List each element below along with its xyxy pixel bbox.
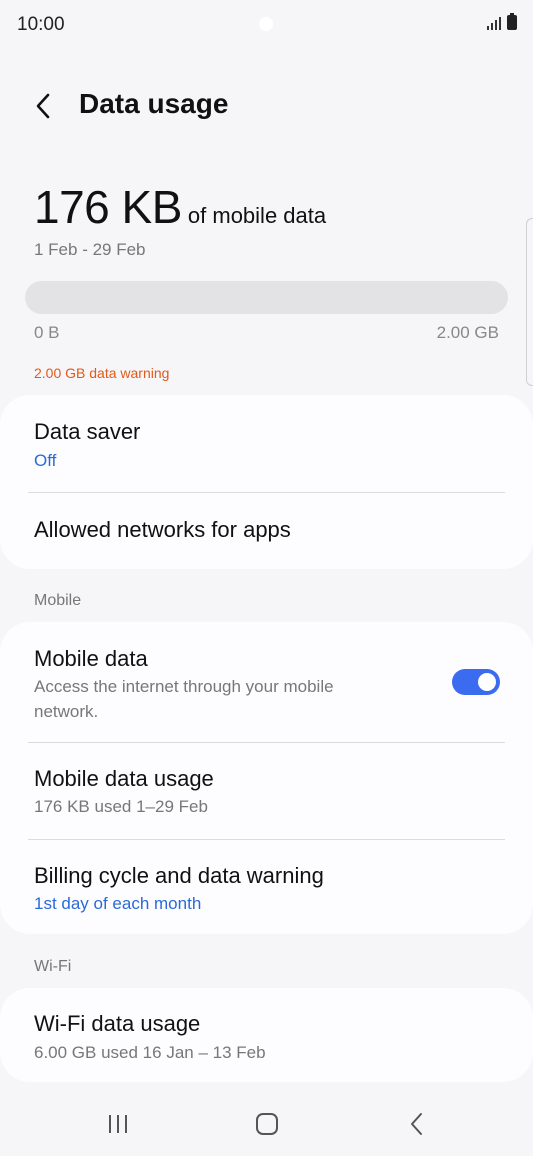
status-bar: 10:00 [0, 0, 533, 50]
data-warning-label: 2.00 GB data warning [34, 365, 170, 381]
section-header-mobile: Mobile [34, 592, 82, 609]
mobile-data-subtitle-2: network. [34, 702, 99, 721]
battery-icon [507, 13, 517, 30]
usage-range-min: 0 B [34, 323, 60, 342]
section-header-wifi: Wi-Fi [34, 958, 72, 975]
data-saver-title: Data saver [34, 419, 141, 444]
mobile-data-row[interactable]: Mobile data Access the internet through … [0, 622, 533, 742]
usage-suffix: of mobile data [187, 203, 327, 228]
back-icon [411, 1113, 422, 1135]
usage-range-max: 2.00 GB [436, 323, 499, 342]
data-saver-card: Data saver Off Allowed networks for apps [0, 395, 533, 569]
home-button[interactable] [242, 1104, 292, 1144]
wifi-data-usage-row[interactable]: Wi-Fi data usage 6.00 GB used 16 Jan – 1… [0, 988, 533, 1082]
page-title: Data usage [79, 88, 229, 119]
allowed-networks-title: Allowed networks for apps [34, 517, 291, 542]
usage-period: 1 Feb - 29 Feb [34, 240, 146, 259]
mobile-card: Mobile data Access the internet through … [0, 622, 533, 934]
status-icons [487, 13, 517, 30]
billing-cycle-title: Billing cycle and data warning [34, 863, 324, 888]
mobile-data-title: Mobile data [34, 646, 148, 671]
back-button[interactable] [24, 86, 64, 126]
chevron-left-icon [36, 93, 50, 119]
data-saver-row[interactable]: Data saver Off [0, 395, 533, 492]
recents-button[interactable] [93, 1104, 143, 1144]
nav-back-button[interactable] [392, 1104, 442, 1144]
navigation-bar [0, 1096, 533, 1156]
recents-icon [109, 1115, 127, 1133]
allowed-networks-row[interactable]: Allowed networks for apps [0, 493, 533, 569]
mobile-data-usage-row[interactable]: Mobile data usage 176 KB used 1–29 Feb [0, 743, 533, 839]
status-time: 10:00 [17, 14, 65, 35]
camera-cutout [259, 17, 273, 31]
usage-progress-bar [25, 281, 508, 314]
wifi-card: Wi-Fi data usage 6.00 GB used 16 Jan – 1… [0, 988, 533, 1082]
mobile-data-subtitle-1: Access the internet through your mobile [34, 677, 334, 696]
usage-summary: 176 KB of mobile data [34, 180, 499, 234]
billing-cycle-row[interactable]: Billing cycle and data warning 1st day o… [0, 840, 533, 934]
signal-icon [487, 15, 501, 30]
mobile-data-usage-title: Mobile data usage [34, 766, 214, 791]
data-saver-status: Off [34, 451, 57, 470]
scroll-indicator [526, 218, 533, 386]
billing-cycle-subtitle: 1st day of each month [34, 894, 202, 913]
mobile-data-toggle[interactable] [452, 669, 500, 695]
mobile-data-usage-subtitle: 176 KB used 1–29 Feb [34, 797, 208, 816]
wifi-data-usage-subtitle: 6.00 GB used 16 Jan – 13 Feb [34, 1043, 266, 1062]
home-icon [256, 1113, 278, 1135]
wifi-data-usage-title: Wi-Fi data usage [34, 1011, 201, 1036]
app-header: Data usage [0, 80, 533, 132]
usage-amount: 176 KB [34, 181, 182, 233]
toggle-knob [478, 673, 496, 691]
